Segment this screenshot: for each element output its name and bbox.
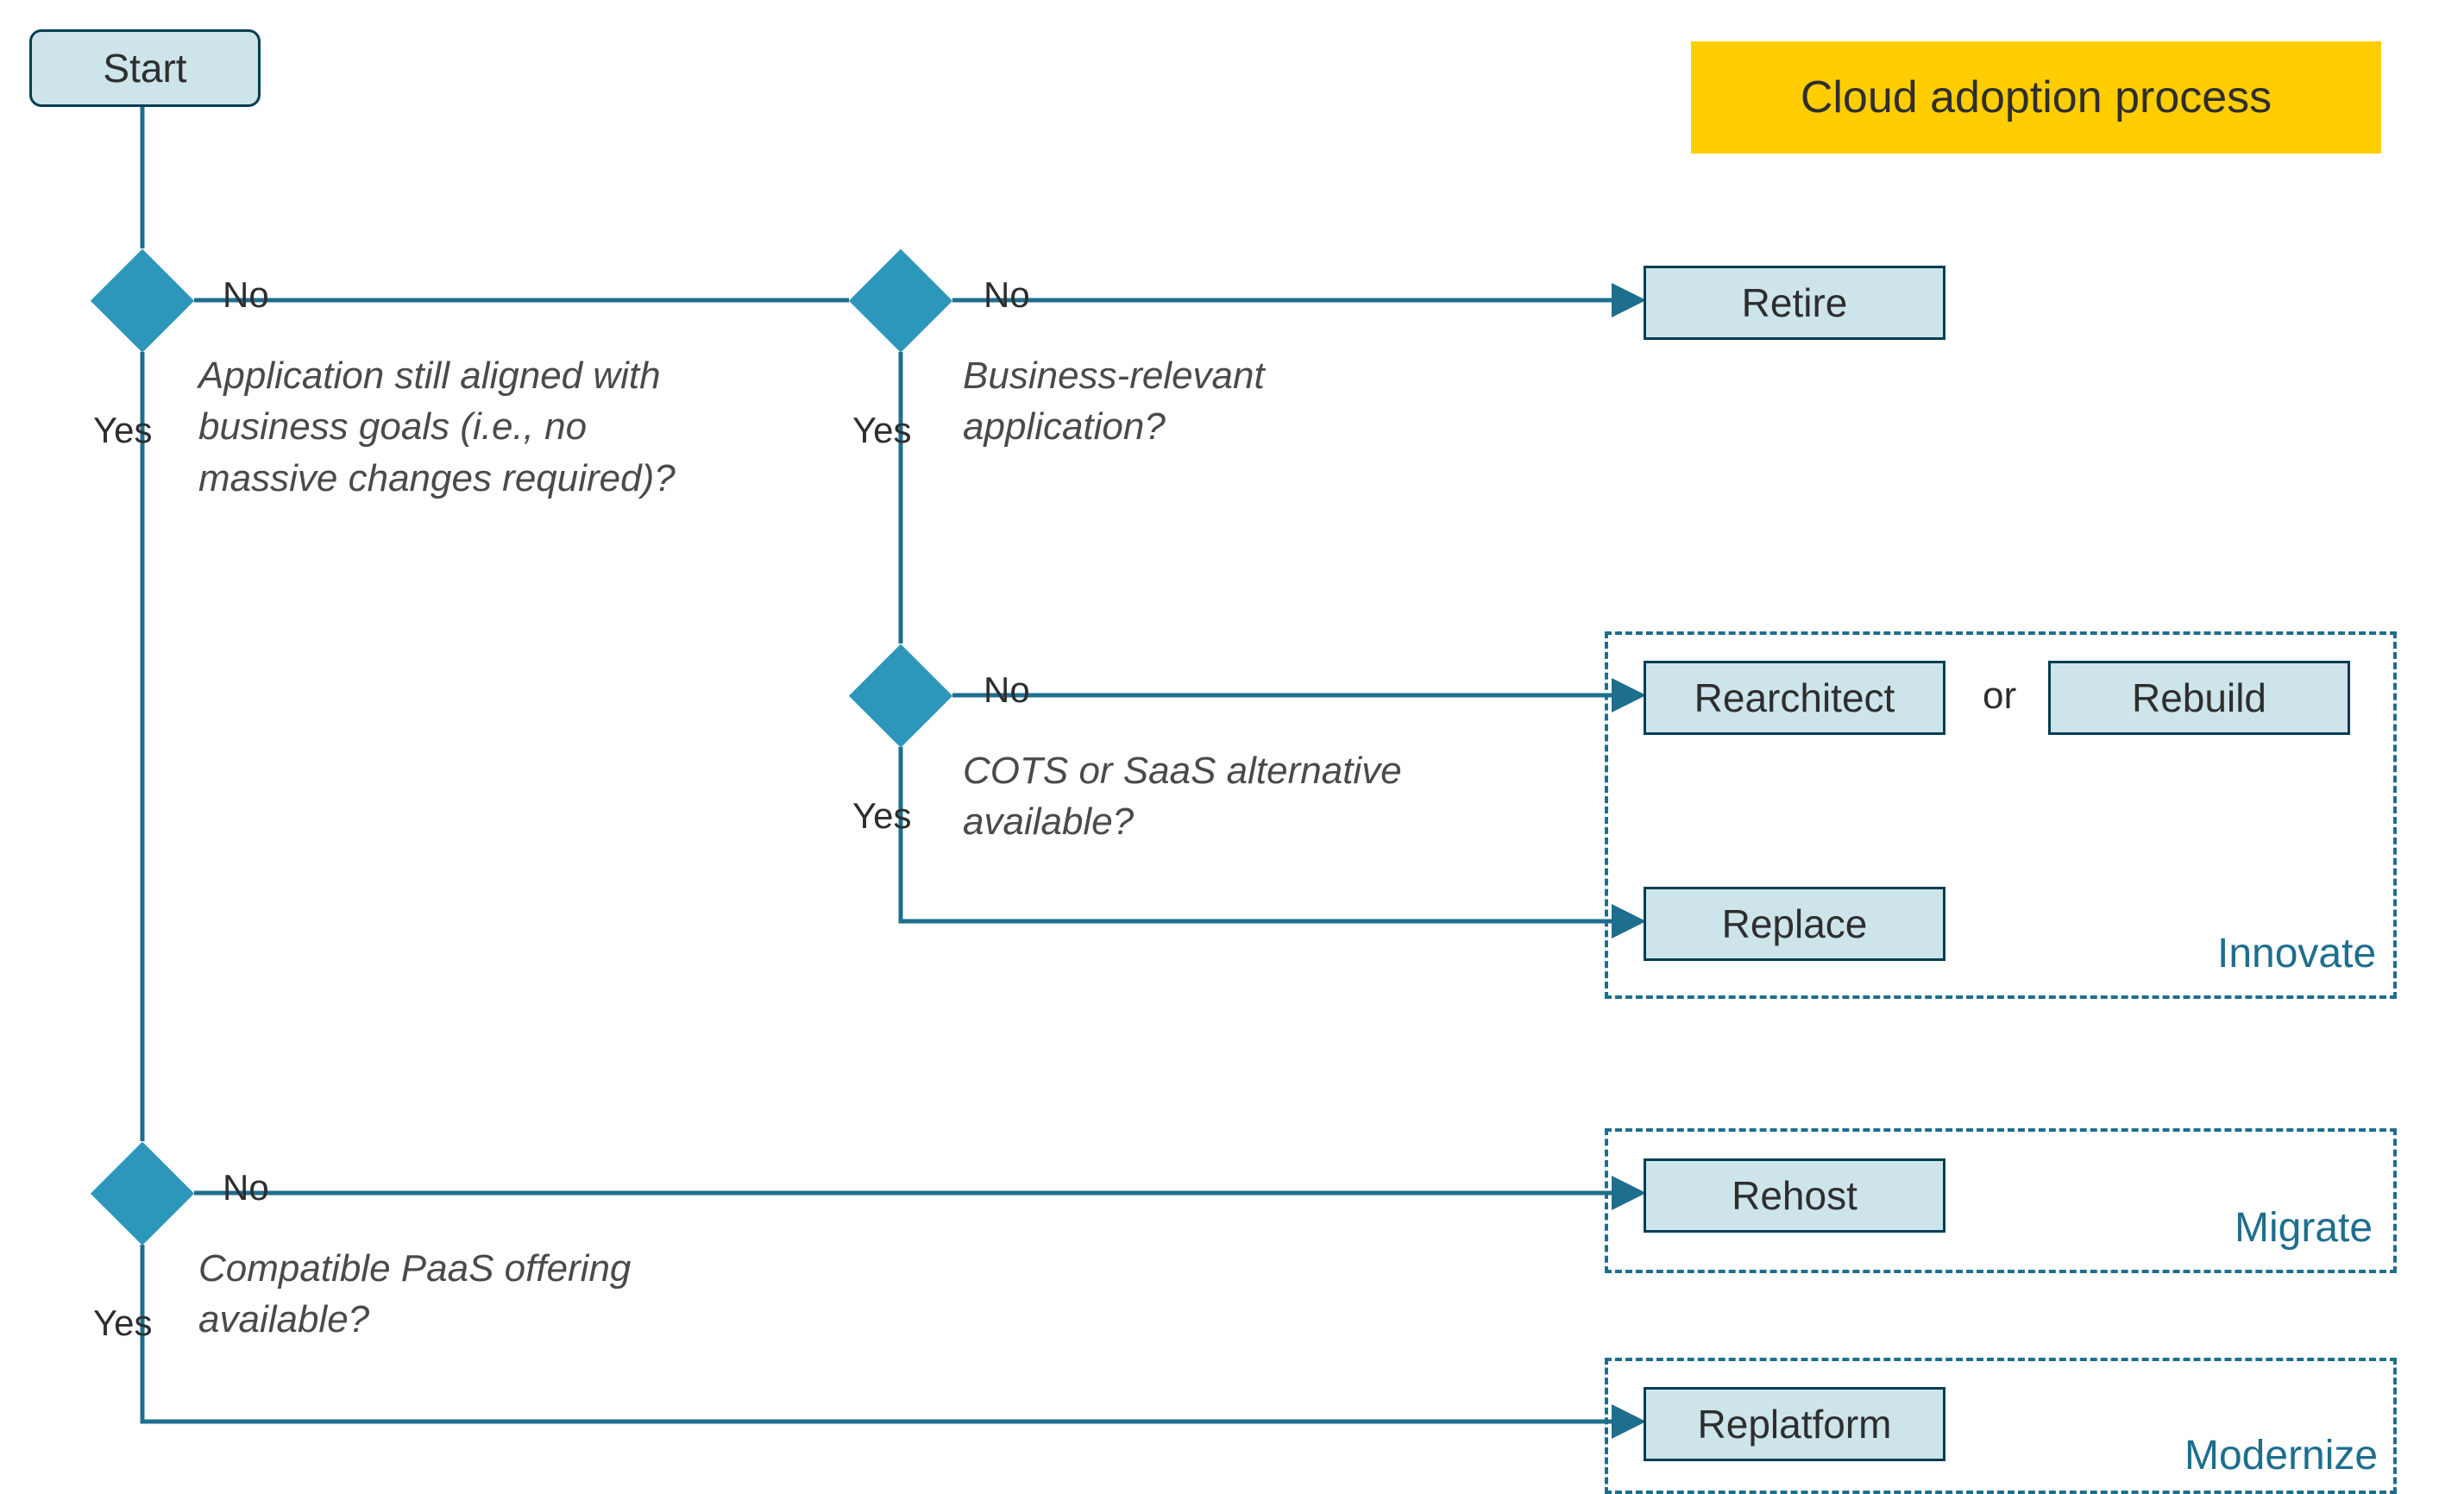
decision-d2-diamond [849, 249, 952, 353]
d3-question: COTS or SaaS alternative available? [963, 745, 1446, 848]
d3-no-label: No [984, 669, 1030, 711]
decision-d3-diamond [849, 644, 952, 748]
retire-node: Retire [1644, 266, 1945, 340]
d1-question: Application still aligned with business … [198, 350, 733, 504]
decision-d1-diamond [91, 249, 194, 353]
start-node: Start [29, 29, 261, 107]
d3-yes-label: Yes [852, 795, 912, 837]
d1-no-label: No [223, 274, 269, 316]
d4-yes-label: Yes [93, 1303, 153, 1344]
d2-no-label: No [984, 274, 1030, 316]
d2-yes-label: Yes [852, 410, 912, 451]
decision-d4-diamond [91, 1142, 194, 1246]
innovate-label: Innovate [2217, 930, 2376, 977]
d4-question: Compatible PaaS offering available? [198, 1243, 682, 1346]
modernize-label: Modernize [2184, 1432, 2378, 1479]
diagram-title: Cloud adoption process [1691, 41, 2381, 154]
d4-no-label: No [223, 1167, 269, 1208]
d2-question: Business-relevant application? [963, 350, 1377, 453]
d1-yes-label: Yes [93, 410, 153, 451]
migrate-label: Migrate [2235, 1204, 2373, 1252]
